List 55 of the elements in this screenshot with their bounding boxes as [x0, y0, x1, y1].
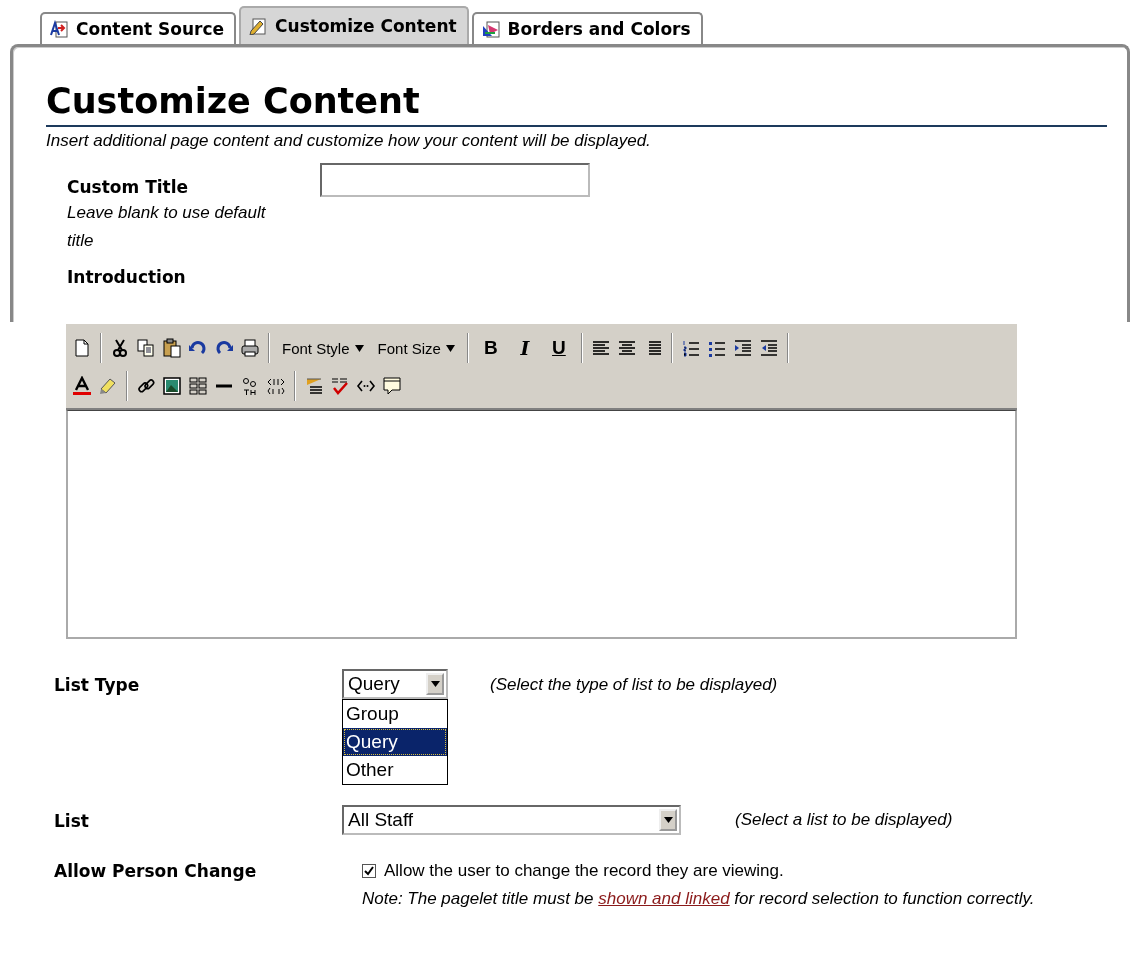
- font-menu[interactable]: Font Style: [278, 339, 368, 357]
- format-button[interactable]: I: [510, 337, 539, 359]
- caret-icon: [663, 817, 673, 823]
- dropdown-option[interactable]: Query: [343, 728, 447, 756]
- document-pencil-icon: [249, 17, 268, 35]
- text-color-icon[interactable]: [72, 376, 92, 396]
- align-center-icon[interactable]: [616, 338, 637, 358]
- field-label: Custom Title: [67, 176, 190, 199]
- list-dropdown[interactable]: All Staff: [342, 805, 681, 835]
- page-heading: Customize Content: [46, 81, 1107, 127]
- printer-icon[interactable]: [240, 338, 260, 358]
- indent-icon[interactable]: [732, 338, 753, 358]
- field-label: Introduction: [67, 267, 187, 287]
- image-icon[interactable]: [162, 376, 182, 396]
- dropdown-option[interactable]: Group: [343, 700, 447, 728]
- field-hint: (Select a list to be displayed): [735, 810, 953, 830]
- field-label: Allow Person Change: [54, 860, 258, 881]
- numbered-list-icon[interactable]: [680, 338, 701, 358]
- source-code-icon[interactable]: [266, 376, 286, 396]
- format-button[interactable]: U: [544, 337, 573, 359]
- checkbox[interactable]: [362, 864, 376, 878]
- link[interactable]: shown and linked: [598, 889, 730, 908]
- new-document-icon[interactable]: [72, 338, 92, 358]
- checkmark-icon: [364, 866, 374, 876]
- tab[interactable]: Content Source: [40, 12, 237, 44]
- document-shapes-icon: [481, 20, 500, 38]
- caret-icon: [445, 343, 455, 353]
- link-icon[interactable]: [136, 376, 156, 396]
- caret-icon: [354, 343, 364, 353]
- spellcheck-icon[interactable]: [330, 376, 350, 396]
- field-label: List Type: [54, 674, 141, 695]
- tab[interactable]: Customize Content: [239, 6, 469, 44]
- format-button[interactable]: B: [476, 337, 505, 359]
- font-menu[interactable]: Font Size: [373, 339, 459, 357]
- note-text: Note: The pagelet title must be shown and linked for record selection to function correctly.: [362, 888, 1036, 910]
- field-hint: Leave blank to use default title: [67, 202, 267, 252]
- align-left-icon[interactable]: [590, 338, 611, 358]
- field-hint: (Select the type of list to be displayed): [490, 674, 779, 696]
- styles-icon[interactable]: [304, 376, 324, 396]
- custom-title-field[interactable]: [320, 163, 590, 197]
- scissors-icon[interactable]: [110, 338, 130, 358]
- page-description: Insert additional page content and customize how your content will be displayed.: [46, 131, 652, 151]
- field-label: List: [54, 810, 90, 831]
- copy-icon[interactable]: [136, 338, 156, 358]
- document-arrow-icon: [50, 20, 68, 38]
- tab[interactable]: Borders and Colors: [471, 12, 703, 44]
- table-icon[interactable]: [188, 376, 208, 396]
- list-type-dropdown[interactable]: Query: [342, 669, 448, 699]
- highlighter-icon[interactable]: [98, 376, 118, 396]
- paste-icon[interactable]: [162, 338, 182, 358]
- checkbox-label: Allow the user to change the record they are viewing.: [384, 861, 784, 881]
- comment-box-icon[interactable]: [382, 376, 402, 396]
- outdent-icon[interactable]: [758, 338, 779, 358]
- dropdown-option[interactable]: Other: [343, 756, 447, 784]
- caret-icon: [430, 681, 440, 687]
